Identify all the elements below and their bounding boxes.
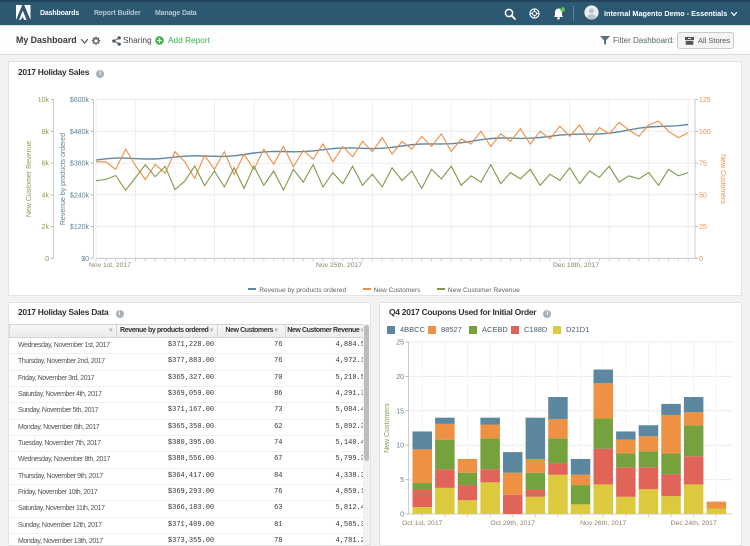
svg-text:New Customer Revenue: New Customer Revenue <box>26 141 33 217</box>
svg-text:0: 0 <box>400 512 404 519</box>
svg-text:8k: 8k <box>42 129 50 136</box>
svg-text:20: 20 <box>396 374 404 381</box>
svg-text:15: 15 <box>396 408 404 415</box>
svg-text:10: 10 <box>396 443 404 450</box>
svg-text:$360k: $360k <box>70 161 90 168</box>
svg-text:$600k: $600k <box>70 97 90 104</box>
svg-text:Oct 1st, 2017: Oct 1st, 2017 <box>402 520 443 527</box>
svg-text:100: 100 <box>699 129 711 136</box>
svg-text:10k: 10k <box>38 97 50 104</box>
svg-text:0: 0 <box>45 256 49 263</box>
svg-text:0: 0 <box>699 256 703 263</box>
svg-text:50: 50 <box>699 192 707 199</box>
svg-text:4k: 4k <box>42 192 50 199</box>
svg-text:New Customers: New Customers <box>719 154 726 204</box>
svg-text:Oct 29th, 2017: Oct 29th, 2017 <box>490 520 535 527</box>
svg-text:New Customers: New Customers <box>384 403 391 453</box>
svg-text:$120k: $120k <box>70 224 90 231</box>
svg-text:Nov 25th, 2017: Nov 25th, 2017 <box>316 262 362 269</box>
svg-text:Nov 1st, 2017: Nov 1st, 2017 <box>89 262 131 269</box>
svg-text:$0: $0 <box>81 256 89 263</box>
svg-text:25: 25 <box>699 224 707 231</box>
svg-text:Dec 24th, 2017: Dec 24th, 2017 <box>671 520 717 527</box>
svg-text:125: 125 <box>699 97 711 104</box>
svg-text:75: 75 <box>699 161 707 168</box>
svg-text:$240k: $240k <box>70 192 90 199</box>
svg-text:Revenue by products ordered: Revenue by products ordered <box>60 133 67 225</box>
svg-text:5: 5 <box>400 477 404 484</box>
svg-text:6k: 6k <box>42 161 50 168</box>
svg-text:25: 25 <box>396 340 404 347</box>
svg-text:2k: 2k <box>42 224 50 231</box>
svg-text:Nov 26th, 2017: Nov 26th, 2017 <box>580 520 626 527</box>
svg-text:Dec 19th, 2017: Dec 19th, 2017 <box>553 262 599 269</box>
svg-text:$480k: $480k <box>70 129 90 136</box>
